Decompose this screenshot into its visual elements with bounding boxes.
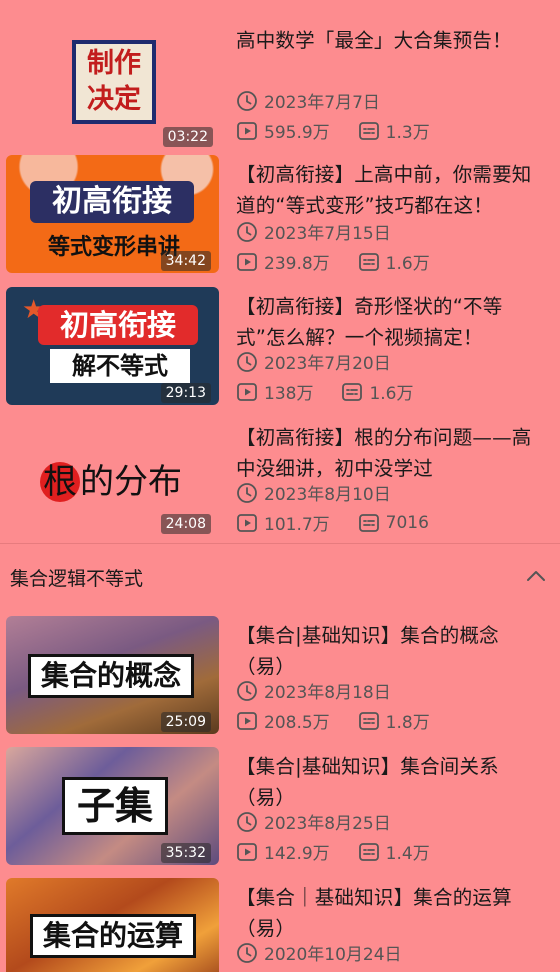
video-item[interactable]: 初高衔接 等式变形串讲 34:42 【初高衔接】上高中前，你需要知道的“等式变形… [0, 155, 560, 275]
date-text: 2023年8月25日 [264, 814, 391, 834]
video-title[interactable]: 高中数学「最全」大合集预告！ [236, 25, 548, 56]
chevron-up-icon[interactable] [524, 564, 548, 588]
video-title[interactable]: 【集合|基础知识】集合的概念（易） [236, 620, 548, 682]
video-title[interactable]: 【集合｜基础知识】集合的运算（易） [236, 882, 548, 944]
danmaku-icon [358, 842, 379, 861]
thumbnail-title: 根的分布 [40, 454, 182, 503]
video-stats: 239.8万 1.6万 [236, 249, 458, 274]
publish-date: 2023年7月7日 [236, 88, 380, 113]
thumbnail-text: 根 [40, 462, 80, 502]
date-text: 2023年7月15日 [264, 224, 391, 244]
video-thumbnail[interactable]: 集合的运算 [6, 878, 219, 972]
video-thumbnail[interactable]: 制作 决定 03:22 [6, 31, 219, 149]
play-icon [237, 121, 257, 140]
duration-badge: 35:32 [160, 843, 211, 863]
video-stats: 208.5万 1.8万 [236, 708, 458, 733]
publish-date: 2023年8月10日 [236, 480, 391, 505]
play-icon [237, 842, 257, 861]
play-icon [237, 513, 257, 532]
video-item[interactable]: 集合的概念 25:09 【集合|基础知识】集合的概念（易） 2023年8月18日… [0, 616, 560, 736]
view-count: 138万 [264, 384, 314, 404]
video-stats: 101.7万 7016 [236, 510, 457, 535]
duration-badge: 25:09 [160, 712, 211, 732]
thumbnail-text: 初高衔接 [30, 181, 194, 223]
comment-count: 1.6万 [369, 384, 414, 404]
thumbnail-text: 集合的运算 [30, 914, 196, 958]
publish-date: 2023年8月25日 [236, 809, 391, 834]
date-text: 2023年7月20日 [264, 354, 391, 374]
comment-count: 7016 [385, 512, 429, 533]
duration-badge: 03:22 [162, 127, 213, 147]
danmaku-icon [358, 252, 379, 271]
video-item[interactable]: ★ 初高衔接 解不等式 29:13 【初高衔接】奇形怪状的“不等式”怎么解？一个… [0, 287, 560, 407]
danmaku-icon [342, 382, 363, 401]
date-text: 2023年7月7日 [264, 93, 380, 113]
date-text: 2020年10月24日 [264, 945, 402, 965]
comment-count: 1.4万 [385, 844, 430, 864]
clock-icon [237, 482, 257, 503]
view-count: 101.7万 [264, 515, 330, 535]
clock-icon [237, 680, 257, 701]
publish-date: 2020年10月24日 [236, 940, 402, 965]
section-title: 集合逻辑不等式 [10, 568, 144, 590]
video-stats: 595.9万 1.3万 [236, 118, 458, 143]
view-count: 239.8万 [264, 254, 330, 274]
video-stats: 142.9万 1.4万 [236, 839, 458, 864]
date-text: 2023年8月10日 [264, 485, 391, 505]
view-count: 142.9万 [264, 844, 330, 864]
duration-badge: 24:08 [160, 514, 211, 534]
thumbnail-text: 决定 [87, 84, 141, 115]
view-count: 595.9万 [264, 123, 330, 143]
video-stats: 138万 1.6万 [236, 379, 442, 404]
thumbnail-text: 制作 [87, 48, 141, 79]
clock-icon [237, 942, 257, 963]
clock-icon [237, 811, 257, 832]
section-header[interactable]: 集合逻辑不等式 [0, 543, 560, 609]
comment-count: 1.8万 [385, 713, 430, 733]
video-title[interactable]: 【集合|基础知识】集合间关系（易） [236, 751, 548, 813]
video-title[interactable]: 【初高衔接】奇形怪状的“不等式”怎么解？一个视频搞定！ [236, 291, 548, 353]
play-icon [237, 382, 257, 401]
video-item[interactable]: 根的分布 24:08 【初高衔接】根的分布问题——高中没细讲，初中没学过 202… [0, 418, 560, 538]
video-item[interactable]: 集合的运算 【集合｜基础知识】集合的运算（易） 2020年10月24日 [0, 878, 560, 972]
play-icon [237, 711, 257, 730]
clock-icon [237, 90, 257, 111]
video-item[interactable]: 子集 35:32 【集合|基础知识】集合间关系（易） 2023年8月25日 14… [0, 747, 560, 867]
danmaku-icon [358, 513, 379, 532]
danmaku-icon [358, 121, 379, 140]
duration-badge: 34:42 [160, 251, 211, 271]
publish-date: 2023年8月18日 [236, 678, 391, 703]
video-thumbnail[interactable]: 子集 35:32 [6, 747, 219, 865]
comment-count: 1.6万 [385, 254, 430, 274]
video-thumbnail[interactable]: ★ 初高衔接 解不等式 29:13 [6, 287, 219, 405]
thumbnail-text: 集合的概念 [28, 654, 194, 698]
video-thumbnail[interactable]: 集合的概念 25:09 [6, 616, 219, 734]
video-item[interactable]: 制作 决定 03:22 高中数学「最全」大合集预告！ 2023年7月7日 595… [0, 29, 560, 151]
video-title[interactable]: 【初高衔接】上高中前，你需要知道的“等式变形”技巧都在这！ [236, 159, 548, 221]
clock-icon [237, 221, 257, 242]
video-thumbnail[interactable]: 根的分布 24:08 [6, 418, 219, 536]
danmaku-icon [358, 711, 379, 730]
clock-icon [237, 351, 257, 372]
thumbnail-title-card: 制作 决定 [72, 40, 156, 124]
thumbnail-text: 初高衔接 [38, 305, 198, 345]
video-title[interactable]: 【初高衔接】根的分布问题——高中没细讲，初中没学过 [236, 422, 548, 484]
thumbnail-text: 子集 [62, 777, 168, 835]
comment-count: 1.3万 [385, 123, 430, 143]
view-count: 208.5万 [264, 713, 330, 733]
date-text: 2023年8月18日 [264, 683, 391, 703]
duration-badge: 29:13 [160, 383, 211, 403]
publish-date: 2023年7月20日 [236, 349, 391, 374]
thumbnail-text: 的分布 [80, 462, 182, 502]
thumbnail-text: 解不等式 [50, 349, 190, 383]
publish-date: 2023年7月15日 [236, 219, 391, 244]
play-icon [237, 252, 257, 271]
video-thumbnail[interactable]: 初高衔接 等式变形串讲 34:42 [6, 155, 219, 273]
